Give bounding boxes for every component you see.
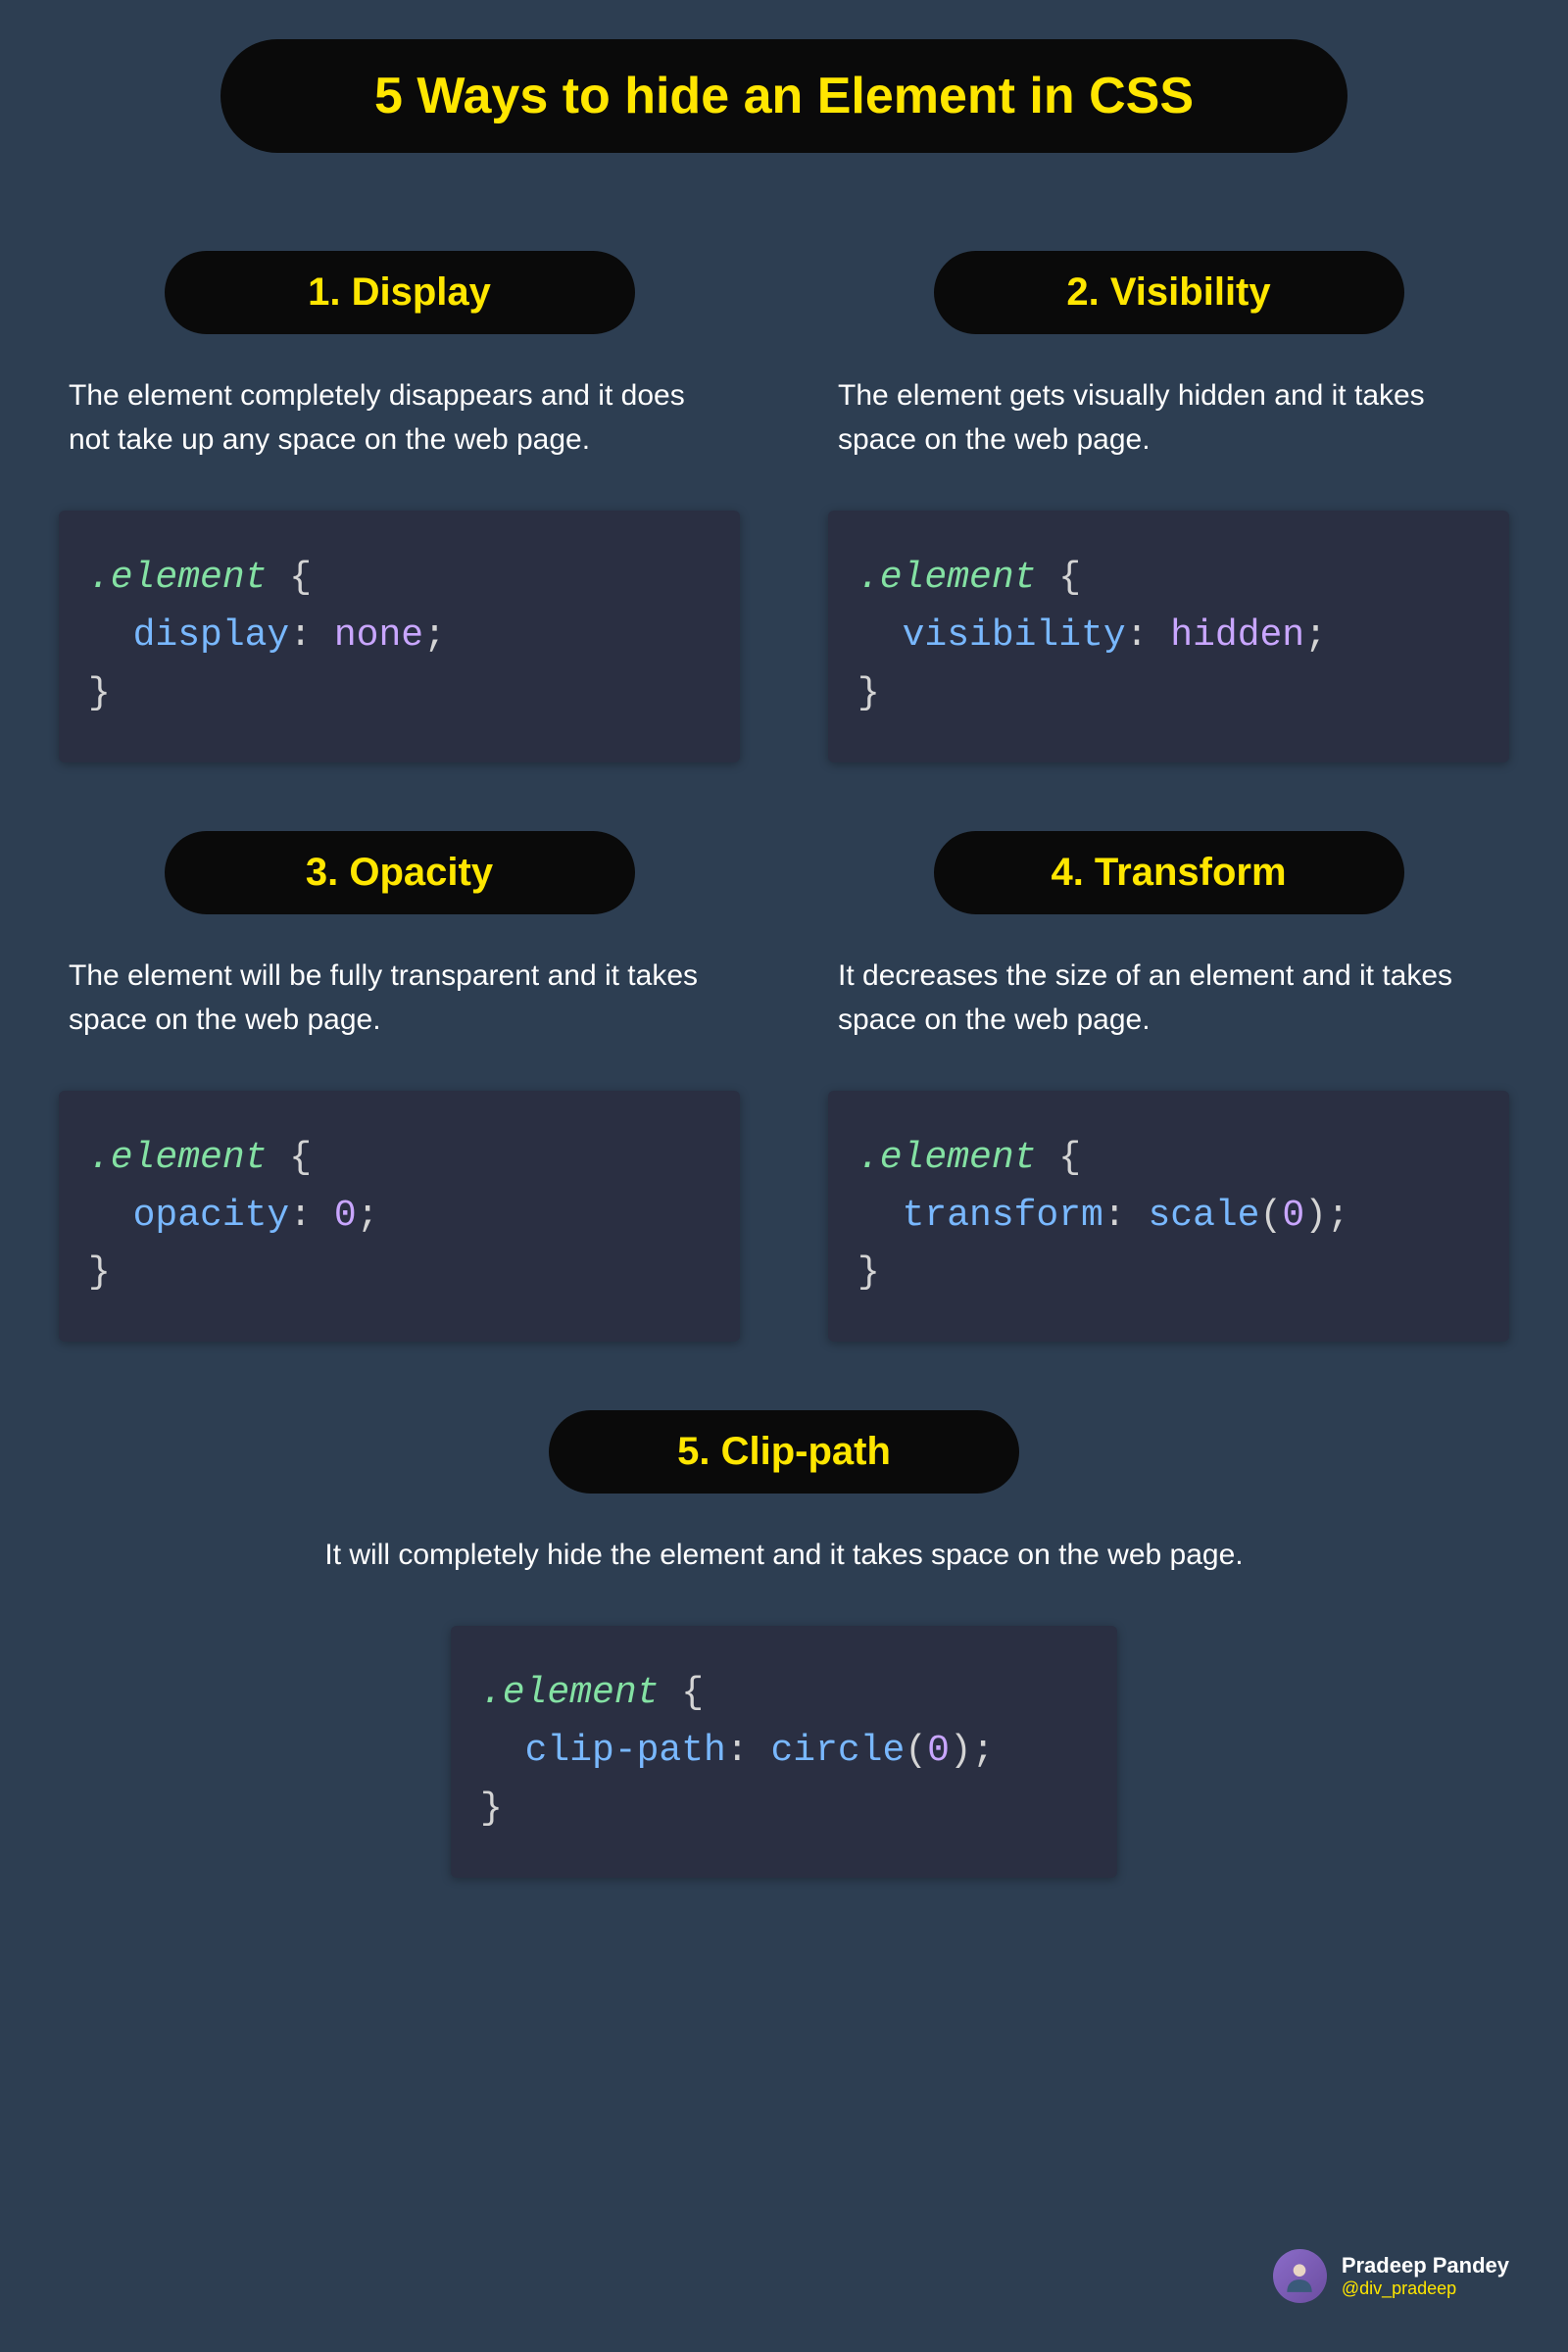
sections-grid: 1. Display The element completely disapp…	[29, 251, 1539, 1878]
section-description: The element will be fully transparent an…	[59, 954, 740, 1042]
code-selector: .element	[858, 1137, 1036, 1179]
code-property: transform	[903, 1195, 1103, 1237]
code-brace: }	[88, 1251, 111, 1294]
section-heading: 1. Display	[165, 251, 635, 334]
author-footer: Pradeep Pandey @div_pradeep	[1273, 2249, 1509, 2303]
code-property: visibility	[903, 614, 1126, 657]
section-clippath: 5. Clip-path It will completely hide the…	[59, 1410, 1509, 1878]
code-brace: {	[289, 557, 312, 599]
code-arg: 0	[927, 1730, 950, 1772]
section-description: It decreases the size of an element and …	[828, 954, 1509, 1042]
code-brace: }	[480, 1788, 503, 1830]
code-func: circle	[770, 1730, 905, 1772]
author-text: Pradeep Pandey @div_pradeep	[1342, 2253, 1509, 2300]
code-brace: {	[1058, 1137, 1081, 1179]
code-selector: .element	[858, 557, 1036, 599]
code-brace: {	[289, 1137, 312, 1179]
section-description: The element completely disappears and it…	[59, 373, 740, 462]
code-value: hidden	[1170, 614, 1304, 657]
code-brace: }	[858, 1251, 880, 1294]
code-arg: 0	[1282, 1195, 1304, 1237]
code-value: none	[334, 614, 423, 657]
author-avatar	[1273, 2249, 1327, 2303]
code-brace: {	[681, 1672, 704, 1714]
code-block: .element { clip-path: circle(0); }	[451, 1626, 1117, 1878]
code-block: .element { transform: scale(0); }	[828, 1091, 1509, 1343]
section-heading: 3. Opacity	[165, 831, 635, 914]
code-block: .element { opacity: 0; }	[59, 1091, 740, 1343]
section-heading: 4. Transform	[934, 831, 1404, 914]
page-title: 5 Ways to hide an Element in CSS	[220, 39, 1348, 153]
section-transform: 4. Transform It decreases the size of an…	[828, 831, 1509, 1343]
code-property: opacity	[133, 1195, 290, 1237]
code-brace: {	[1058, 557, 1081, 599]
author-handle: @div_pradeep	[1342, 2278, 1509, 2300]
code-selector: .element	[88, 1137, 267, 1179]
code-block: .element { display: none; }	[59, 511, 740, 762]
code-brace: }	[88, 672, 111, 714]
section-heading: 2. Visibility	[934, 251, 1404, 334]
code-property: display	[133, 614, 290, 657]
code-brace: }	[858, 672, 880, 714]
code-func: scale	[1148, 1195, 1259, 1237]
section-description: The element gets visually hidden and it …	[828, 373, 1509, 462]
section-display: 1. Display The element completely disapp…	[59, 251, 740, 762]
section-visibility: 2. Visibility The element gets visually …	[828, 251, 1509, 762]
code-selector: .element	[480, 1672, 659, 1714]
code-block: .element { visibility: hidden; }	[828, 511, 1509, 762]
section-opacity: 3. Opacity The element will be fully tra…	[59, 831, 740, 1343]
section-description: It will completely hide the element and …	[315, 1533, 1252, 1577]
code-property: clip-path	[525, 1730, 726, 1772]
code-value: 0	[334, 1195, 357, 1237]
code-selector: .element	[88, 557, 267, 599]
author-name: Pradeep Pandey	[1342, 2253, 1509, 2278]
section-heading: 5. Clip-path	[549, 1410, 1019, 1494]
